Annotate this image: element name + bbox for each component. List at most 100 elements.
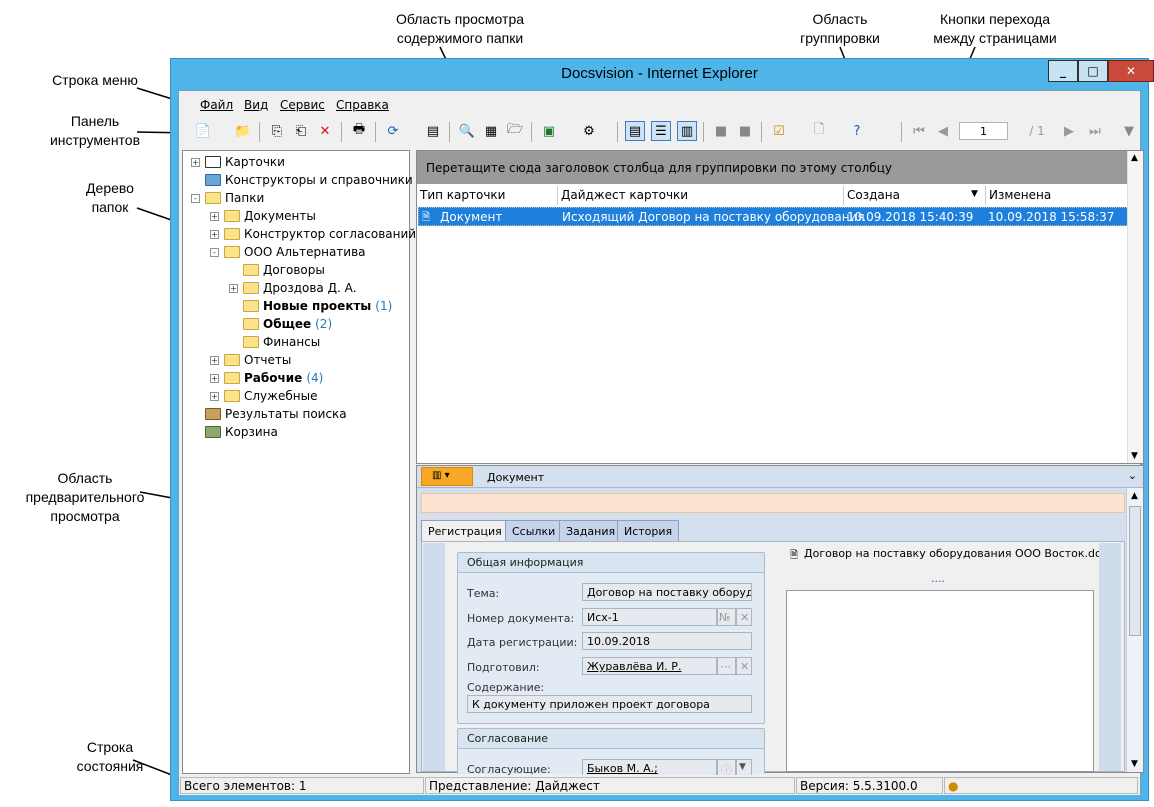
topic-field[interactable]: Договор на поставку оборудова	[582, 583, 752, 601]
export-excel-icon[interactable]: ▣	[539, 121, 559, 141]
tree-expander-icon[interactable]: +	[229, 283, 238, 293]
copy-icon[interactable]: ⎘	[267, 121, 287, 141]
number-generate-button[interactable]: №	[717, 608, 736, 626]
tree-expander-icon[interactable]: +	[210, 391, 219, 401]
tree-item[interactable]: + Служебные	[210, 387, 317, 405]
folder-tree: + Карточки Конструкторы и справочники - Папк…	[182, 150, 416, 774]
tree-expander-icon[interactable]: +	[191, 157, 200, 167]
column-modified[interactable]: Изменена	[986, 186, 1129, 205]
tree-item[interactable]: Конструкторы и справочники	[191, 171, 413, 189]
menu-view[interactable]: Вид	[244, 98, 268, 112]
maximize-button[interactable]: □	[1078, 60, 1108, 82]
prepared-more-icon[interactable]: ⋯	[717, 657, 736, 675]
paste-icon[interactable]: ⎗	[291, 121, 311, 141]
prepared-clear-icon[interactable]: ✕	[736, 657, 752, 675]
tree-item[interactable]: Общее (2)	[229, 315, 332, 333]
delete-icon[interactable]: ✕	[315, 121, 335, 141]
minimize-button[interactable]: _	[1048, 60, 1078, 82]
scroll-up-icon[interactable]: ▲	[1131, 153, 1138, 163]
tree-item[interactable]: + Документы	[210, 207, 316, 225]
attachment-more[interactable]: ....	[931, 572, 945, 585]
tree-item[interactable]: Корзина	[191, 423, 278, 441]
column-card-type[interactable]: Тип карточки	[417, 186, 558, 205]
search-form-icon[interactable]: ▦	[481, 121, 501, 141]
tree-item[interactable]: Финансы	[229, 333, 320, 351]
tree-item[interactable]: - Папки	[191, 189, 264, 207]
tab-registration[interactable]: Регистрация	[421, 520, 509, 542]
search-folder-icon[interactable]: 🗁	[505, 121, 525, 141]
status-count: Всего элементов: 1	[180, 777, 424, 794]
search-icon[interactable]: 🔍	[457, 121, 477, 141]
table-row[interactable]: 🗎 Документ Исходящий Договор на поставку…	[418, 207, 1129, 226]
preview-scroll-up-icon[interactable]: ▲	[1131, 491, 1138, 501]
column-digest[interactable]: Дайджест карточки	[558, 186, 844, 205]
tree-item[interactable]: + Конструктор согласований	[210, 225, 416, 243]
first-page-icon[interactable]: ⏮	[909, 121, 929, 141]
status-user-icon[interactable]: ●	[944, 777, 1138, 794]
tab-tasks[interactable]: Задания	[559, 520, 623, 542]
tree-item[interactable]: - ООО Альтернатива	[210, 243, 366, 261]
tree-item[interactable]: + Карточки	[191, 153, 285, 171]
tree-item[interactable]: + Отчеты	[210, 351, 291, 369]
date-label: Дата регистрации:	[467, 636, 578, 649]
tree-expander-icon[interactable]: +	[210, 211, 219, 221]
tree-item-label: Корзина	[225, 425, 278, 439]
task-icon[interactable]: ☑	[769, 121, 789, 141]
collapse-icon[interactable]: ⌄	[1128, 469, 1137, 482]
preview-layout-button[interactable]: ▥ ▾	[421, 467, 473, 486]
menu-help[interactable]: Справка	[336, 98, 389, 112]
close-button[interactable]: ✕	[1108, 60, 1154, 82]
settings-icon[interactable]: ⚙	[579, 121, 599, 141]
last-page-icon[interactable]: ⏭	[1085, 121, 1105, 141]
new-card-icon[interactable]: 📄	[193, 121, 213, 141]
separator	[901, 122, 902, 142]
content-label: Содержание:	[467, 681, 545, 694]
tree-expander-icon[interactable]: -	[191, 193, 200, 203]
tab-history[interactable]: История	[617, 520, 680, 542]
tree-item-label: Документы	[244, 209, 316, 223]
pin-icon[interactable]: ▼	[1119, 121, 1139, 141]
number-field[interactable]: Исх-1	[582, 608, 717, 626]
next-page-icon[interactable]: ▶	[1059, 121, 1079, 141]
folder-content: Перетащите сюда заголовок столбца для гр…	[416, 150, 1144, 464]
tree-expander-icon[interactable]: +	[210, 373, 219, 383]
refresh-icon[interactable]: ⟳	[383, 121, 403, 141]
content-field[interactable]: К документу приложен проект договора	[467, 695, 752, 713]
new-folder-icon[interactable]: 📁	[233, 121, 253, 141]
menu-service[interactable]: Сервис	[280, 98, 325, 112]
preview-scroll-down-icon[interactable]: ▼	[1131, 759, 1138, 769]
prepared-field[interactable]: Журавлёва И. Р.	[582, 657, 717, 675]
help-icon[interactable]: ?	[847, 121, 867, 141]
tree-item[interactable]: Договоры	[229, 261, 325, 279]
tree-item[interactable]: Результаты поиска	[191, 405, 347, 423]
prev-page-icon[interactable]: ◀	[933, 121, 953, 141]
preview-scroll-thumb[interactable]	[1129, 506, 1141, 636]
topic-label: Тема:	[467, 587, 500, 600]
properties-icon[interactable]: ▤	[423, 121, 443, 141]
tree-expander-icon[interactable]: +	[210, 229, 219, 239]
date-field[interactable]: 10.09.2018	[582, 632, 752, 650]
menu-file[interactable]: Файл	[200, 98, 233, 112]
tree-expander-icon[interactable]: -	[210, 247, 219, 257]
tree-item[interactable]: + Дроздова Д. А.	[229, 279, 357, 297]
preview-scrollbar[interactable]: ▲ ▼	[1126, 488, 1143, 772]
tree-item[interactable]: + Рабочие (4)	[210, 369, 323, 387]
tree-expander-icon[interactable]: +	[210, 355, 219, 365]
print-icon[interactable]: 🖶	[349, 121, 369, 141]
view-mode-1-icon[interactable]: ▤	[625, 121, 645, 141]
column-created[interactable]: Создана	[844, 186, 986, 205]
annotation-statusbar: Строка состояния	[76, 739, 144, 774]
attachment-file-link[interactable]: Договор на поставку оборудования ООО Вос…	[804, 547, 1114, 560]
tree-item[interactable]: Новые проекты (1)	[229, 297, 392, 315]
scroll-down-icon[interactable]: ▼	[1131, 451, 1138, 461]
page-input[interactable]: 1	[959, 122, 1008, 140]
grid-scrollbar[interactable]: ▲ ▼	[1127, 151, 1143, 463]
number-clear-icon[interactable]: ✕	[736, 608, 752, 626]
block-1-icon[interactable]: ■	[711, 121, 731, 141]
document-icon[interactable]: 🗋	[809, 121, 829, 141]
view-mode-2-icon[interactable]: ☰	[651, 121, 671, 141]
tab-links[interactable]: Ссылки	[505, 520, 563, 542]
block-2-icon[interactable]: ■	[735, 121, 755, 141]
grouping-area[interactable]: Перетащите сюда заголовок столбца для гр…	[417, 151, 1129, 184]
view-mode-3-icon[interactable]: ▥	[677, 121, 697, 141]
